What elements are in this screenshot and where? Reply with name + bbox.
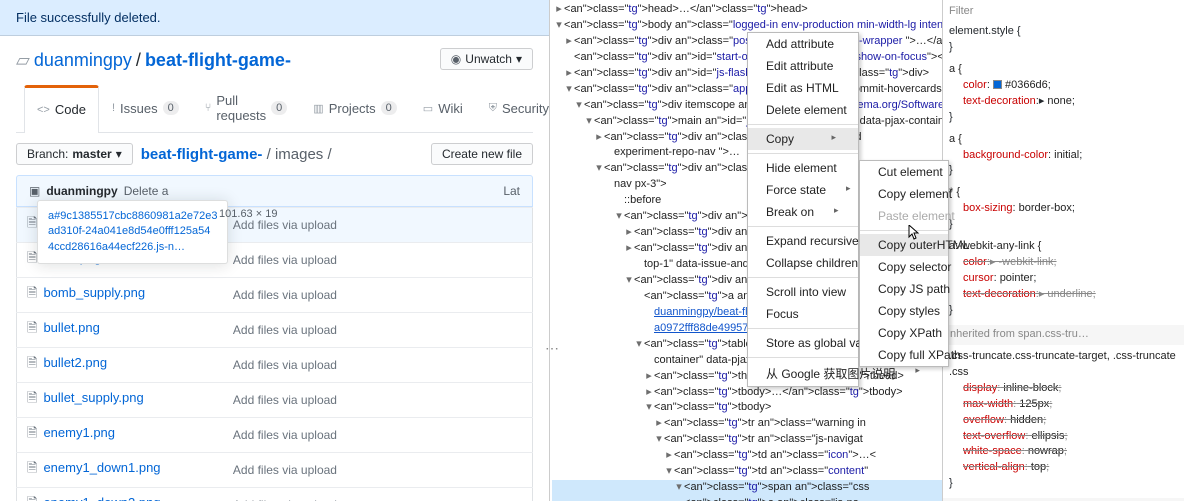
owner-link[interactable]: duanmingpy <box>34 50 132 71</box>
menu-break-on[interactable]: Break on <box>748 201 858 223</box>
table-row[interactable]: 🗎bullet2.pngAdd files via upload <box>17 348 533 383</box>
flash-message: File successfully deleted. <box>0 0 549 36</box>
menu-copy-xpath[interactable]: Copy XPath <box>860 322 948 344</box>
unwatch-button[interactable]: ◉Unwatch▾ <box>440 48 533 70</box>
commit-msg: Delete a <box>124 184 169 198</box>
file-link[interactable]: enemy1_down2.png <box>43 495 160 501</box>
file-icon: 🗎 <box>27 250 37 265</box>
file-link[interactable]: enemy1_down1.png <box>43 460 160 475</box>
table-row[interactable]: 🗎bullet.pngAdd files via upload <box>17 313 533 348</box>
menu-global[interactable]: Store as global variable <box>748 332 858 354</box>
file-icon: 🗎 <box>27 215 37 230</box>
table-row[interactable]: 🗎enemy1_down1.pngAdd files via upload <box>17 453 533 488</box>
tab-projects[interactable]: ▥Projects0 <box>300 85 410 132</box>
file-link[interactable]: enemy1.png <box>43 425 115 440</box>
context-menu-main[interactable]: Add attribute Edit attribute Edit as HTM… <box>747 32 859 387</box>
menu-force-state[interactable]: Force state <box>748 179 858 201</box>
crumb-root[interactable]: beat-flight-game- <box>141 146 263 163</box>
create-file-button[interactable]: Create new file <box>431 143 533 165</box>
commit-author[interactable]: duanmingpy <box>46 184 117 198</box>
file-icon: 🗎 <box>27 320 37 335</box>
file-link[interactable]: bomb_supply.png <box>43 285 145 300</box>
file-icon: 🗎 <box>27 285 37 300</box>
tab-pull-requests[interactable]: ⑂Pull requests0 <box>192 85 301 132</box>
file-icon: 🗎 <box>27 460 37 475</box>
menu-collapse[interactable]: Collapse children <box>748 252 858 274</box>
tab-wiki[interactable]: ▭Wiki <box>410 85 476 132</box>
menu-google[interactable]: 从 Google 获取图片说明 <box>748 361 858 386</box>
table-row[interactable]: 🗎enemy1.pngAdd files via upload <box>17 418 533 453</box>
menu-copy-el[interactable]: Copy element <box>860 183 948 205</box>
table-row[interactable]: 🗎bomb_supply.pngAdd files via upload <box>17 278 533 313</box>
menu-copy-outer[interactable]: Copy outerHTML <box>860 234 948 256</box>
menu-copy-jspath[interactable]: Copy JS path <box>860 278 948 300</box>
menu-focus[interactable]: Focus <box>748 303 858 325</box>
tab-code[interactable]: <>Code <box>24 85 99 133</box>
menu-copy-styles[interactable]: Copy styles <box>860 300 948 322</box>
table-row[interactable]: 🗎enemy1_down2.pngAdd files via upload <box>17 488 533 501</box>
breadcrumb: beat-flight-game- / images / <box>141 146 332 163</box>
tab-issues[interactable]: !Issues0 <box>99 85 192 132</box>
menu-edit-html[interactable]: Edit as HTML <box>748 77 858 99</box>
menu-delete[interactable]: Delete element <box>748 99 858 121</box>
repo-link[interactable]: beat-flight-game- <box>145 50 291 71</box>
branch-button[interactable]: Branch: master ▾ <box>16 143 133 165</box>
menu-copy-fullxpath[interactable]: Copy full XPath <box>860 344 948 366</box>
file-icon: 🗎 <box>27 355 37 370</box>
menu-edit-attr[interactable]: Edit attribute <box>748 55 858 77</box>
styles-panel[interactable]: Filterelement.style {}a {color: #0366d6;… <box>942 0 1184 501</box>
repo-icon: ▱ <box>16 50 30 71</box>
tab-security[interactable]: ⛨Security <box>476 85 549 132</box>
menu-copy-selector[interactable]: Copy selector <box>860 256 948 278</box>
menu-cut-el[interactable]: Cut element <box>860 161 948 183</box>
file-icon: 🗎 <box>27 425 37 440</box>
menu-scroll[interactable]: Scroll into view <box>748 281 858 303</box>
repo-title: ▱ duanmingpy / beat-flight-game- <box>16 50 440 71</box>
commit-bar: ▣ duanmingpy Delete a Lat a#9c1385517cbc… <box>16 175 533 207</box>
context-menu-copy[interactable]: Cut element Copy element Paste element C… <box>859 160 949 367</box>
hover-tooltip: a#9c1385517cbc8860981a2e72e3ad310f-24a04… <box>37 200 228 264</box>
file-icon: 🗎 <box>27 495 37 501</box>
file-link[interactable]: bullet_supply.png <box>43 390 143 405</box>
eye-icon: ◉ <box>451 52 461 66</box>
menu-expand[interactable]: Expand recursively <box>748 230 858 252</box>
github-panel: File successfully deleted. ◉Unwatch▾ ▱ d… <box>0 0 549 501</box>
resize-handle[interactable]: ⋯ <box>545 340 561 357</box>
file-link[interactable]: bullet.png <box>43 320 99 335</box>
file-icon: 🗎 <box>27 390 37 405</box>
repo-tabs: <>Code!Issues0⑂Pull requests0▥Projects0▭… <box>16 85 533 133</box>
menu-hide[interactable]: Hide element <box>748 157 858 179</box>
menu-paste-el: Paste element <box>860 205 948 227</box>
menu-copy[interactable]: Copy <box>748 128 858 150</box>
table-row[interactable]: 🗎bullet_supply.pngAdd files via upload <box>17 383 533 418</box>
avatar: ▣ <box>29 184 40 198</box>
file-link[interactable]: bullet2.png <box>43 355 107 370</box>
menu-add-attr[interactable]: Add attribute <box>748 33 858 55</box>
